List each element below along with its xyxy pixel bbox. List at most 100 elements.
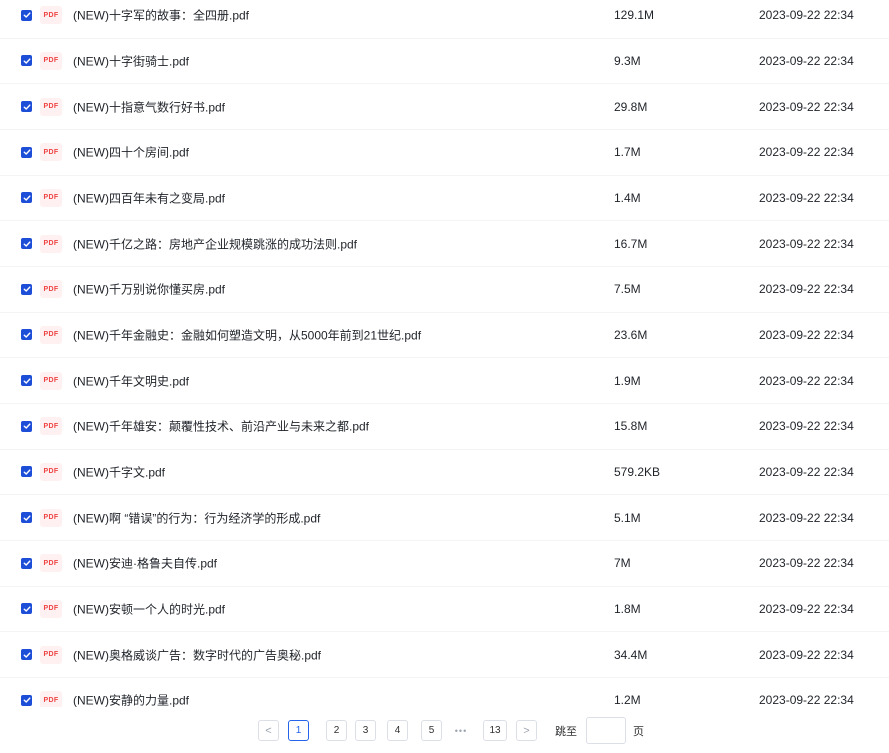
pdf-file-icon: PDF (40, 188, 62, 207)
file-name[interactable]: (NEW)千年金融史：金融如何塑造文明，从5000年前到21世纪.pdf (73, 326, 421, 343)
file-size: 5.1M (614, 510, 641, 525)
file-name[interactable]: (NEW)十字军的故事：全四册.pdf (73, 7, 249, 24)
file-name[interactable]: (NEW)千字文.pdf (73, 463, 165, 480)
file-row[interactable]: PDF (NEW)十字军的故事：全四册.pdf 129.1M 2023-09-22 2… (0, 0, 889, 39)
page-button-2[interactable]: 2 (326, 720, 347, 741)
row-checkbox[interactable] (21, 375, 32, 387)
row-checkbox[interactable] (21, 649, 32, 661)
file-row[interactable]: PDF (NEW)千万别说你懂买房.pdf 7.5M 2023-09-22 22:34 (0, 267, 889, 313)
row-checkbox[interactable] (21, 466, 32, 478)
checkmark-icon (23, 58, 30, 64)
file-name[interactable]: (NEW)四十个房间.pdf (73, 144, 189, 161)
file-row[interactable]: PDF (NEW)啊 “错误”的行为：行为经济学的形成.pdf 5.1M 2023-0… (0, 495, 889, 541)
pdf-file-icon: PDF (40, 554, 62, 573)
file-date: 2023-09-22 22:34 (759, 8, 854, 23)
file-row[interactable]: PDF (NEW)安迪·格鲁夫自传.pdf 7M 2023-09-22 22:34 (0, 541, 889, 587)
file-size: 23.6M (614, 327, 648, 342)
pagination-ellipsis[interactable]: ••• (451, 720, 471, 741)
file-name[interactable]: (NEW)啊 “错误”的行为：行为经济学的形成.pdf (73, 509, 320, 526)
file-size: 7.5M (614, 282, 641, 297)
row-checkbox[interactable] (21, 512, 32, 524)
file-row[interactable]: PDF (NEW)四百年未有之变局.pdf 1.4M 2023-09-22 22:34 (0, 176, 889, 222)
page-button-5[interactable]: 5 (421, 720, 442, 741)
next-page-button[interactable]: > (516, 720, 537, 741)
file-date: 2023-09-22 22:34 (759, 327, 854, 342)
file-size: 15.8M (614, 419, 648, 434)
row-checkbox[interactable] (21, 146, 32, 158)
jump-page-input[interactable] (586, 717, 626, 744)
file-row[interactable]: PDF (NEW)安静的力量.pdf 1.2M 2023-09-22 22:34 (0, 678, 889, 707)
page-button-1[interactable]: 1 (288, 720, 309, 741)
file-name[interactable]: (NEW)千年文明史.pdf (73, 372, 189, 389)
file-name[interactable]: (NEW)十指意气数行好书.pdf (73, 98, 225, 115)
file-row[interactable]: PDF (NEW)十字街骑士.pdf 9.3M 2023-09-22 22:34 (0, 39, 889, 85)
checkmark-icon (23, 606, 30, 612)
file-list-rows: PDF (NEW)十字军的故事：全四册.pdf 129.1M 2023-09-22 2… (0, 0, 889, 707)
row-checkbox[interactable] (21, 55, 32, 67)
checkmark-icon (23, 651, 30, 658)
checkmark-icon (23, 332, 30, 338)
file-list[interactable]: PDF (NEW)十字军的故事：全四册.pdf 129.1M 2023-09-22 2… (0, 0, 889, 707)
file-size: 1.9M (614, 373, 641, 388)
file-row[interactable]: PDF (NEW)千年雄安：颠覆性技术、前沿产业与未来之都.pdf 15.8M 202… (0, 404, 889, 450)
row-checkbox[interactable] (21, 329, 32, 341)
row-checkbox[interactable] (21, 557, 32, 569)
file-row[interactable]: PDF (NEW)千年金融史：金融如何塑造文明，从5000年前到21世纪.pdf 2… (0, 313, 889, 359)
row-checkbox[interactable] (21, 9, 32, 21)
pdf-file-icon: PDF (40, 599, 62, 618)
file-row[interactable]: PDF (NEW)十指意气数行好书.pdf 29.8M 2023-09-22 22:3… (0, 84, 889, 130)
file-date: 2023-09-22 22:34 (759, 373, 854, 388)
page-suffix-label: 页 (633, 725, 644, 738)
file-name[interactable]: (NEW)千年雄安：颠覆性技术、前沿产业与未来之都.pdf (73, 418, 369, 435)
checkmark-icon (23, 286, 30, 292)
file-name[interactable]: (NEW)四百年未有之变局.pdf (73, 189, 225, 206)
row-checkbox[interactable] (21, 420, 32, 432)
checkmark-icon (23, 12, 30, 19)
file-name[interactable]: (NEW)安静的力量.pdf (73, 692, 189, 707)
pdf-file-icon: PDF (40, 508, 62, 527)
row-checkbox[interactable] (21, 192, 32, 204)
file-size: 1.8M (614, 601, 641, 616)
row-checkbox[interactable] (21, 101, 32, 113)
file-name[interactable]: (NEW)千万别说你懂买房.pdf (73, 281, 225, 298)
checkmark-icon (23, 423, 30, 429)
file-name[interactable]: (NEW)奥格威谈广告：数字时代的广告奥秘.pdf (73, 646, 321, 663)
file-date: 2023-09-22 22:34 (759, 99, 854, 114)
file-date: 2023-09-22 22:34 (759, 601, 854, 616)
file-row[interactable]: PDF (NEW)千亿之路：房地产企业规模跳涨的成功法则.pdf 16.7M 2023… (0, 221, 889, 267)
file-date: 2023-09-22 22:34 (759, 693, 854, 707)
row-checkbox[interactable] (21, 694, 32, 706)
file-row[interactable]: PDF (NEW)四十个房间.pdf 1.7M 2023-09-22 22:34 (0, 130, 889, 176)
file-row[interactable]: PDF (NEW)千字文.pdf 579.2KB 2023-09-22 22:34 (0, 450, 889, 496)
pdf-file-icon: PDF (40, 325, 62, 344)
file-date: 2023-09-22 22:34 (759, 556, 854, 571)
pdf-file-icon: PDF (40, 143, 62, 162)
file-row[interactable]: PDF (NEW)奥格威谈广告：数字时代的广告奥秘.pdf 34.4M 2023-09… (0, 632, 889, 678)
pdf-file-icon: PDF (40, 462, 62, 481)
prev-page-button[interactable]: < (258, 720, 279, 741)
file-size: 34.4M (614, 647, 648, 662)
file-size: 9.3M (614, 53, 641, 68)
file-name[interactable]: (NEW)十字街骑士.pdf (73, 52, 189, 69)
row-checkbox[interactable] (21, 283, 32, 295)
file-date: 2023-09-22 22:34 (759, 236, 854, 251)
file-size: 1.4M (614, 190, 641, 205)
pdf-file-icon: PDF (40, 97, 62, 116)
checkmark-icon (23, 241, 30, 247)
checkmark-icon (23, 697, 30, 703)
file-name[interactable]: (NEW)安迪·格鲁夫自传.pdf (73, 555, 217, 572)
row-checkbox[interactable] (21, 603, 32, 615)
file-row[interactable]: PDF (NEW)安顿一个人的时光.pdf 1.8M 2023-09-22 22:34 (0, 587, 889, 633)
file-row[interactable]: PDF (NEW)千年文明史.pdf 1.9M 2023-09-22 22:34 (0, 358, 889, 404)
page-button-4[interactable]: 4 (387, 720, 408, 741)
file-name[interactable]: (NEW)安顿一个人的时光.pdf (73, 600, 225, 617)
pdf-file-icon: PDF (40, 417, 62, 436)
row-checkbox[interactable] (21, 238, 32, 250)
checkmark-icon (23, 149, 30, 155)
page-button-3[interactable]: 3 (355, 720, 376, 741)
file-date: 2023-09-22 22:34 (759, 190, 854, 205)
pdf-file-icon: PDF (40, 6, 62, 25)
chevron-right-icon: > (523, 724, 530, 737)
file-name[interactable]: (NEW)千亿之路：房地产企业规模跳涨的成功法则.pdf (73, 235, 357, 252)
page-button-13[interactable]: 13 (483, 720, 507, 741)
